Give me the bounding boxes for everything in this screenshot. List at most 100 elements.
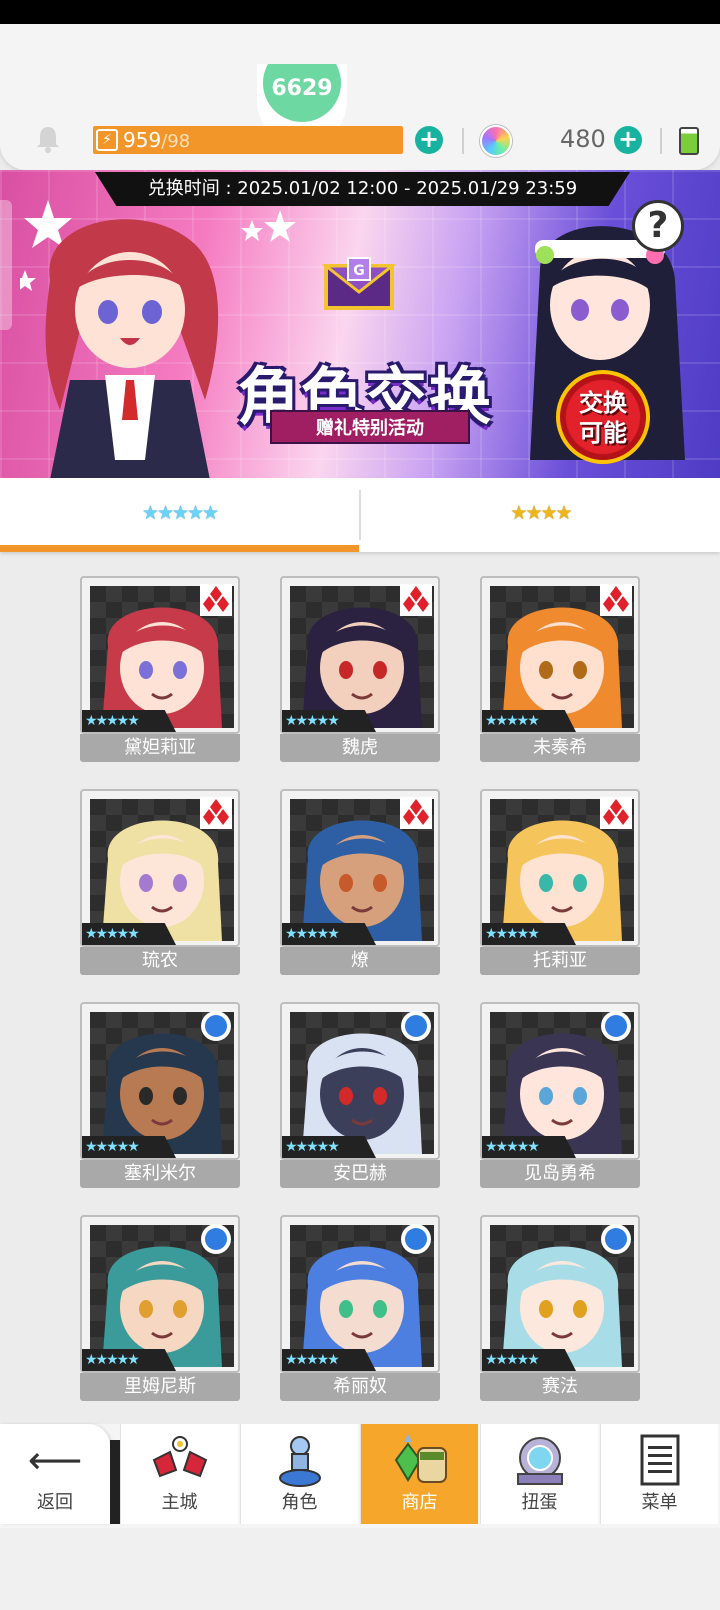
stamina-value: 959/98 bbox=[123, 128, 190, 152]
nav-shop[interactable]: 商店 bbox=[360, 1424, 478, 1524]
red-diamond-rank-icon bbox=[400, 584, 432, 616]
character-stars: ★★★★★ bbox=[82, 923, 176, 945]
nav-strip-decoration bbox=[110, 1440, 120, 1524]
battery-icon bbox=[679, 127, 699, 155]
nav-menu[interactable]: 菜单 bbox=[600, 1424, 718, 1524]
status-bar bbox=[0, 0, 720, 24]
character-stars: ★★★★★ bbox=[282, 1349, 376, 1371]
red-diamond-rank-icon bbox=[200, 584, 232, 616]
gem-icon bbox=[480, 125, 512, 157]
blue-circle-rank-icon bbox=[401, 1011, 431, 1041]
gacha-icon bbox=[517, 1437, 563, 1485]
divider bbox=[462, 128, 464, 154]
castle-icon bbox=[152, 1436, 208, 1478]
divider bbox=[660, 128, 662, 154]
stamina-max: /98 bbox=[161, 131, 191, 152]
character-stars: ★★★★★ bbox=[482, 1136, 576, 1158]
nav-menu-label: 菜单 bbox=[641, 1492, 678, 1513]
character-card[interactable]: ★★★★★ 燎 bbox=[280, 789, 440, 975]
character-card[interactable]: ★★★★★ 里姆尼斯 bbox=[80, 1215, 240, 1401]
character-card[interactable]: ★★★★★ 黛妲莉亚 bbox=[80, 576, 240, 762]
character-stars: ★★★★★ bbox=[82, 1349, 176, 1371]
character-frame: ★★★★★ bbox=[480, 1215, 640, 1373]
character-card[interactable]: ★★★★★ 安巴赫 bbox=[280, 1002, 440, 1188]
nav-shop-label: 商店 bbox=[401, 1492, 438, 1513]
stamina-current: 959 bbox=[123, 128, 162, 152]
character-frame: ★★★★★ bbox=[80, 789, 240, 947]
exchange-available-badge: 交换 可能 bbox=[556, 370, 650, 464]
character-card[interactable]: ★★★★★ 琉农 bbox=[80, 789, 240, 975]
character-stars: ★★★★★ bbox=[282, 923, 376, 945]
character-grid: ★★★★★ 黛妲莉亚 ★★★★★ 魏虎 ★★★★★ 未奏希 ★★★★★ 琉农 ★★★★★ 燎 ★★★… bbox=[0, 556, 720, 1416]
add-stamina-button[interactable]: + bbox=[415, 126, 443, 154]
help-button[interactable]: ? bbox=[632, 200, 684, 252]
nav-castle[interactable]: 主城 bbox=[120, 1424, 238, 1524]
character-name: 托莉亚 bbox=[480, 947, 640, 975]
back-button[interactable]: ⟵ 返回 bbox=[0, 1424, 110, 1524]
resource-hud: ⚡ 959/98 + 480 + bbox=[0, 120, 720, 164]
shop-icon bbox=[394, 1434, 447, 1483]
character-stars: ★★★★★ bbox=[482, 923, 576, 945]
character-frame: ★★★★★ bbox=[480, 1002, 640, 1160]
character-name: 未奏希 bbox=[480, 734, 640, 762]
nav-gacha[interactable]: 扭蛋 bbox=[480, 1424, 598, 1524]
character-card[interactable]: ★★★★★ 见岛勇希 bbox=[480, 1002, 640, 1188]
character-frame: ★★★★★ bbox=[80, 1002, 240, 1160]
character-card[interactable]: ★★★★★ 魏虎 bbox=[280, 576, 440, 762]
svg-text:G: G bbox=[353, 263, 365, 279]
bottom-nav: ⟵ 返回 主城 角色 商店 扭蛋 菜单 bbox=[0, 1424, 720, 1528]
character-name: 希丽奴 bbox=[280, 1373, 440, 1401]
character-name: 塞利米尔 bbox=[80, 1160, 240, 1188]
tab-four-star[interactable]: ★★★★ bbox=[361, 478, 720, 552]
character-name: 赛法 bbox=[480, 1373, 640, 1401]
bell-icon[interactable] bbox=[34, 124, 62, 154]
character-stars: ★★★★★ bbox=[82, 1136, 176, 1158]
character-frame: ★★★★★ bbox=[80, 1215, 240, 1373]
nav-character[interactable]: 角色 bbox=[240, 1424, 358, 1524]
character-frame: ★★★★★ bbox=[480, 576, 640, 734]
rarity-tabs: ★★★★★ ★★★★ bbox=[0, 478, 720, 552]
character-name: 黛妲莉亚 bbox=[80, 734, 240, 762]
red-diamond-rank-icon bbox=[600, 584, 632, 616]
badge-line-1: 交换 bbox=[579, 389, 627, 417]
tab-four-star-label: ★★★★ bbox=[510, 502, 572, 524]
banner-subtitle: 赠礼特别活动 bbox=[270, 410, 470, 444]
character-stars: ★★★★★ bbox=[482, 710, 576, 732]
character-frame: ★★★★★ bbox=[280, 1002, 440, 1160]
character-stars: ★★★★★ bbox=[282, 1136, 376, 1158]
blue-circle-rank-icon bbox=[201, 1224, 231, 1254]
add-gem-button[interactable]: + bbox=[614, 126, 642, 154]
envelope-icon: G bbox=[322, 257, 396, 310]
character-card[interactable]: ★★★★★ 塞利米尔 bbox=[80, 1002, 240, 1188]
character-frame: ★★★★★ bbox=[280, 789, 440, 947]
character-stars: ★★★★★ bbox=[482, 1349, 576, 1371]
blue-circle-rank-icon bbox=[401, 1224, 431, 1254]
lightning-icon: ⚡ bbox=[96, 129, 118, 151]
character-name: 琉农 bbox=[80, 947, 240, 975]
character-frame: ★★★★★ bbox=[80, 576, 240, 734]
event-banner: G 兑换时间 : 2025.01/02 12:00 - 2025.01/29 2… bbox=[0, 170, 720, 478]
character-name: 里姆尼斯 bbox=[80, 1373, 240, 1401]
character-card[interactable]: ★★★★★ 未奏希 bbox=[480, 576, 640, 762]
gem-count: 480 bbox=[560, 125, 606, 153]
character-name: 燎 bbox=[280, 947, 440, 975]
character-stars: ★★★★★ bbox=[82, 710, 176, 732]
character-card[interactable]: ★★★★★ 托莉亚 bbox=[480, 789, 640, 975]
character-frame: ★★★★★ bbox=[280, 576, 440, 734]
stamina-bar: ⚡ 959/98 bbox=[93, 126, 403, 154]
blue-circle-rank-icon bbox=[201, 1011, 231, 1041]
character-name: 见岛勇希 bbox=[480, 1160, 640, 1188]
tab-five-star[interactable]: ★★★★★ bbox=[0, 478, 359, 552]
banner-side-handle[interactable] bbox=[0, 200, 12, 330]
nav-castle-label: 主城 bbox=[161, 1492, 198, 1513]
banner-character-left bbox=[45, 219, 219, 478]
character-card[interactable]: ★★★★★ 希丽奴 bbox=[280, 1215, 440, 1401]
player-avatar-text: 6629 bbox=[263, 64, 341, 122]
character-card[interactable]: ★★★★★ 赛法 bbox=[480, 1215, 640, 1401]
tab-five-star-label: ★★★★★ bbox=[141, 502, 219, 524]
nav-gacha-label: 扭蛋 bbox=[521, 1492, 558, 1513]
red-diamond-rank-icon bbox=[400, 797, 432, 829]
character-name: 魏虎 bbox=[280, 734, 440, 762]
badge-line-2: 可能 bbox=[579, 419, 627, 447]
character-frame: ★★★★★ bbox=[280, 1215, 440, 1373]
